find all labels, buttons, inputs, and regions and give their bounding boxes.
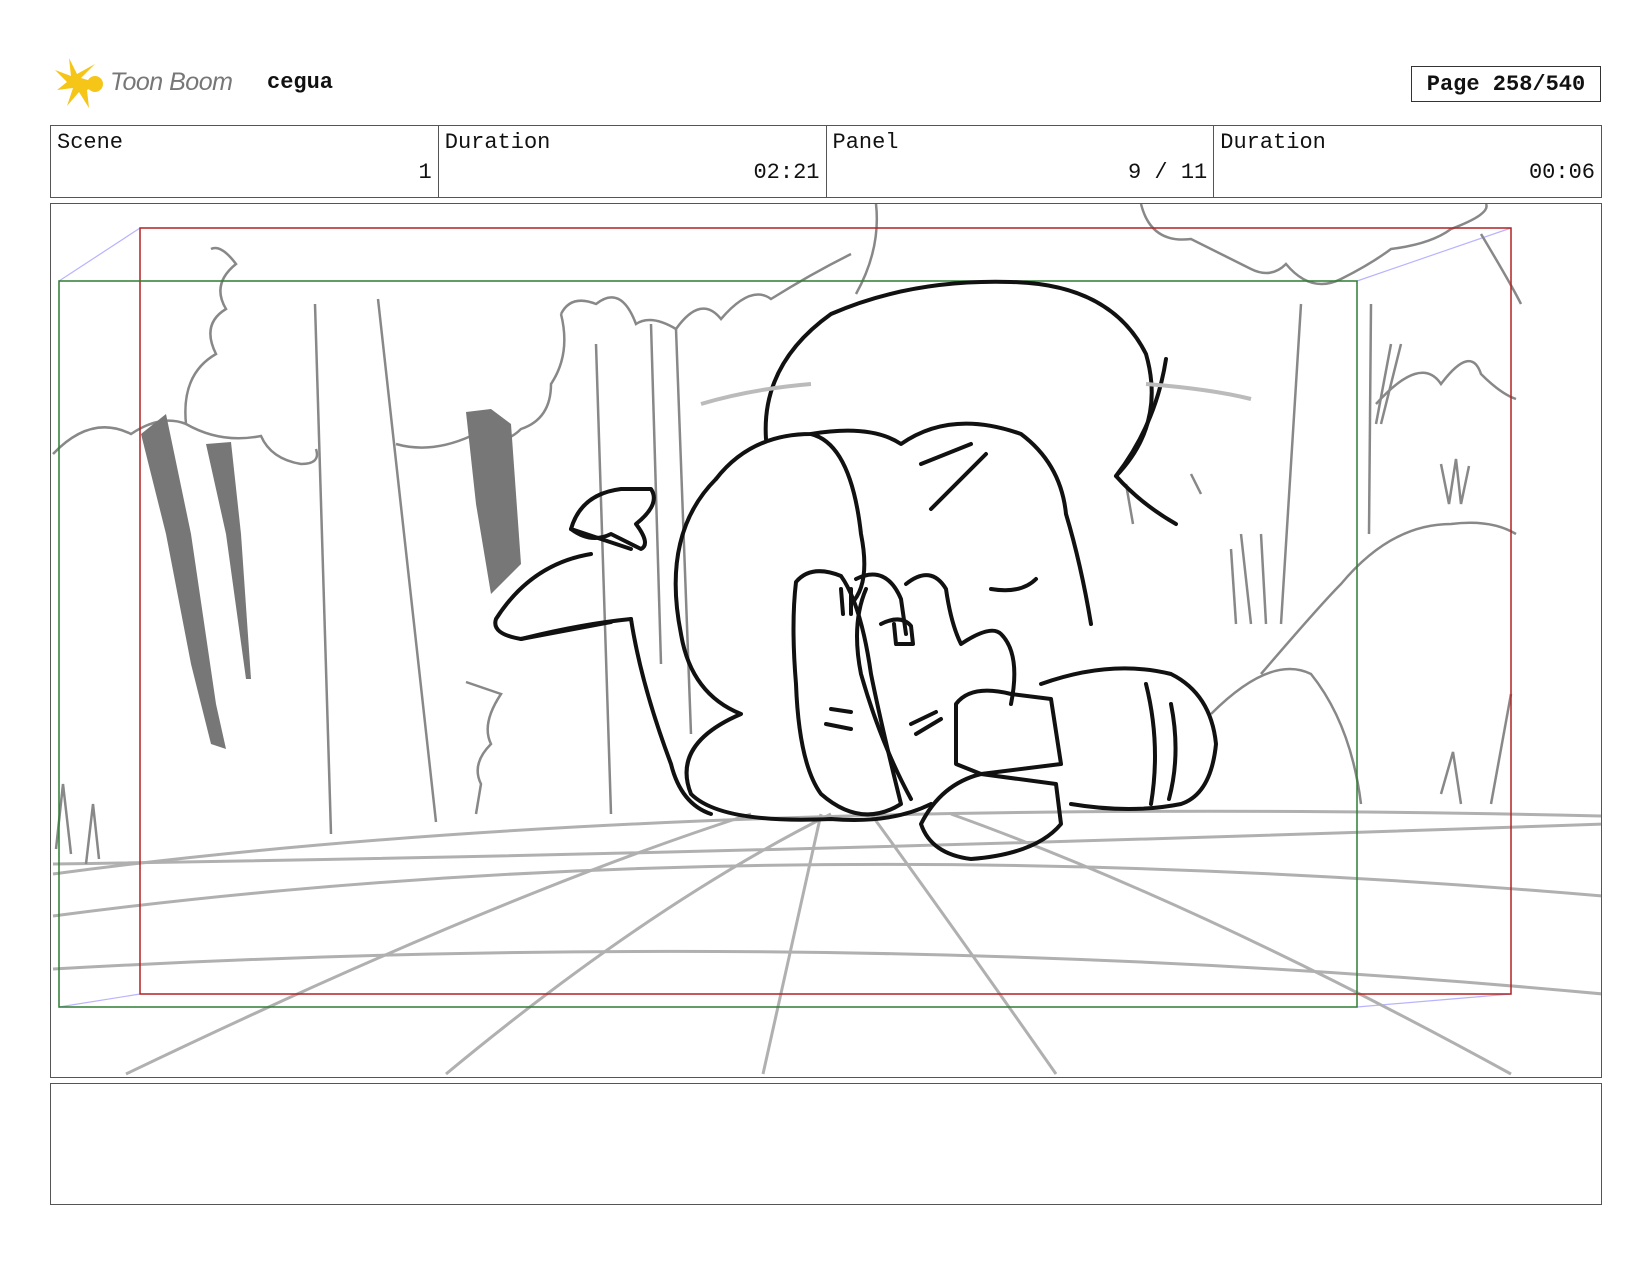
panel-cell: Panel 9 / 11 <box>827 126 1215 197</box>
scene-cell: Scene 1 <box>51 126 439 197</box>
panel-value: 9 / 11 <box>1128 160 1208 185</box>
panel-sketch <box>52 204 1601 1076</box>
panel-duration-label: Duration <box>1220 130 1326 155</box>
storyboard-panel <box>50 203 1602 1078</box>
background-trees <box>52 204 1523 865</box>
scene-duration-value: 02:21 <box>753 160 820 185</box>
panel-notes <box>50 1083 1602 1205</box>
horizon-strokes <box>700 382 1252 406</box>
dark-trunks <box>141 409 521 749</box>
scene-duration-cell: Duration 02:21 <box>439 126 827 197</box>
page-indicator: Page 258/540 <box>1411 66 1601 102</box>
panel-info-table: Scene 1 Duration 02:21 Panel 9 / 11 Dura… <box>50 125 1602 198</box>
panel-duration-value: 00:06 <box>1528 160 1595 185</box>
camera-frame-red <box>139 227 1512 995</box>
toon-boom-logo: Toon Boom <box>55 58 255 110</box>
project-name: cegua <box>267 70 334 95</box>
panel-label: Panel <box>832 130 899 155</box>
panel-duration-cell: Duration 00:06 <box>1214 126 1601 197</box>
scene-label: Scene <box>57 130 124 155</box>
scene-duration-label: Duration <box>444 130 551 155</box>
scene-value: 1 <box>418 160 432 185</box>
starburst-icon <box>55 58 103 108</box>
logo-text: Toon Boom <box>110 68 233 96</box>
ground-grid <box>52 809 1601 1076</box>
